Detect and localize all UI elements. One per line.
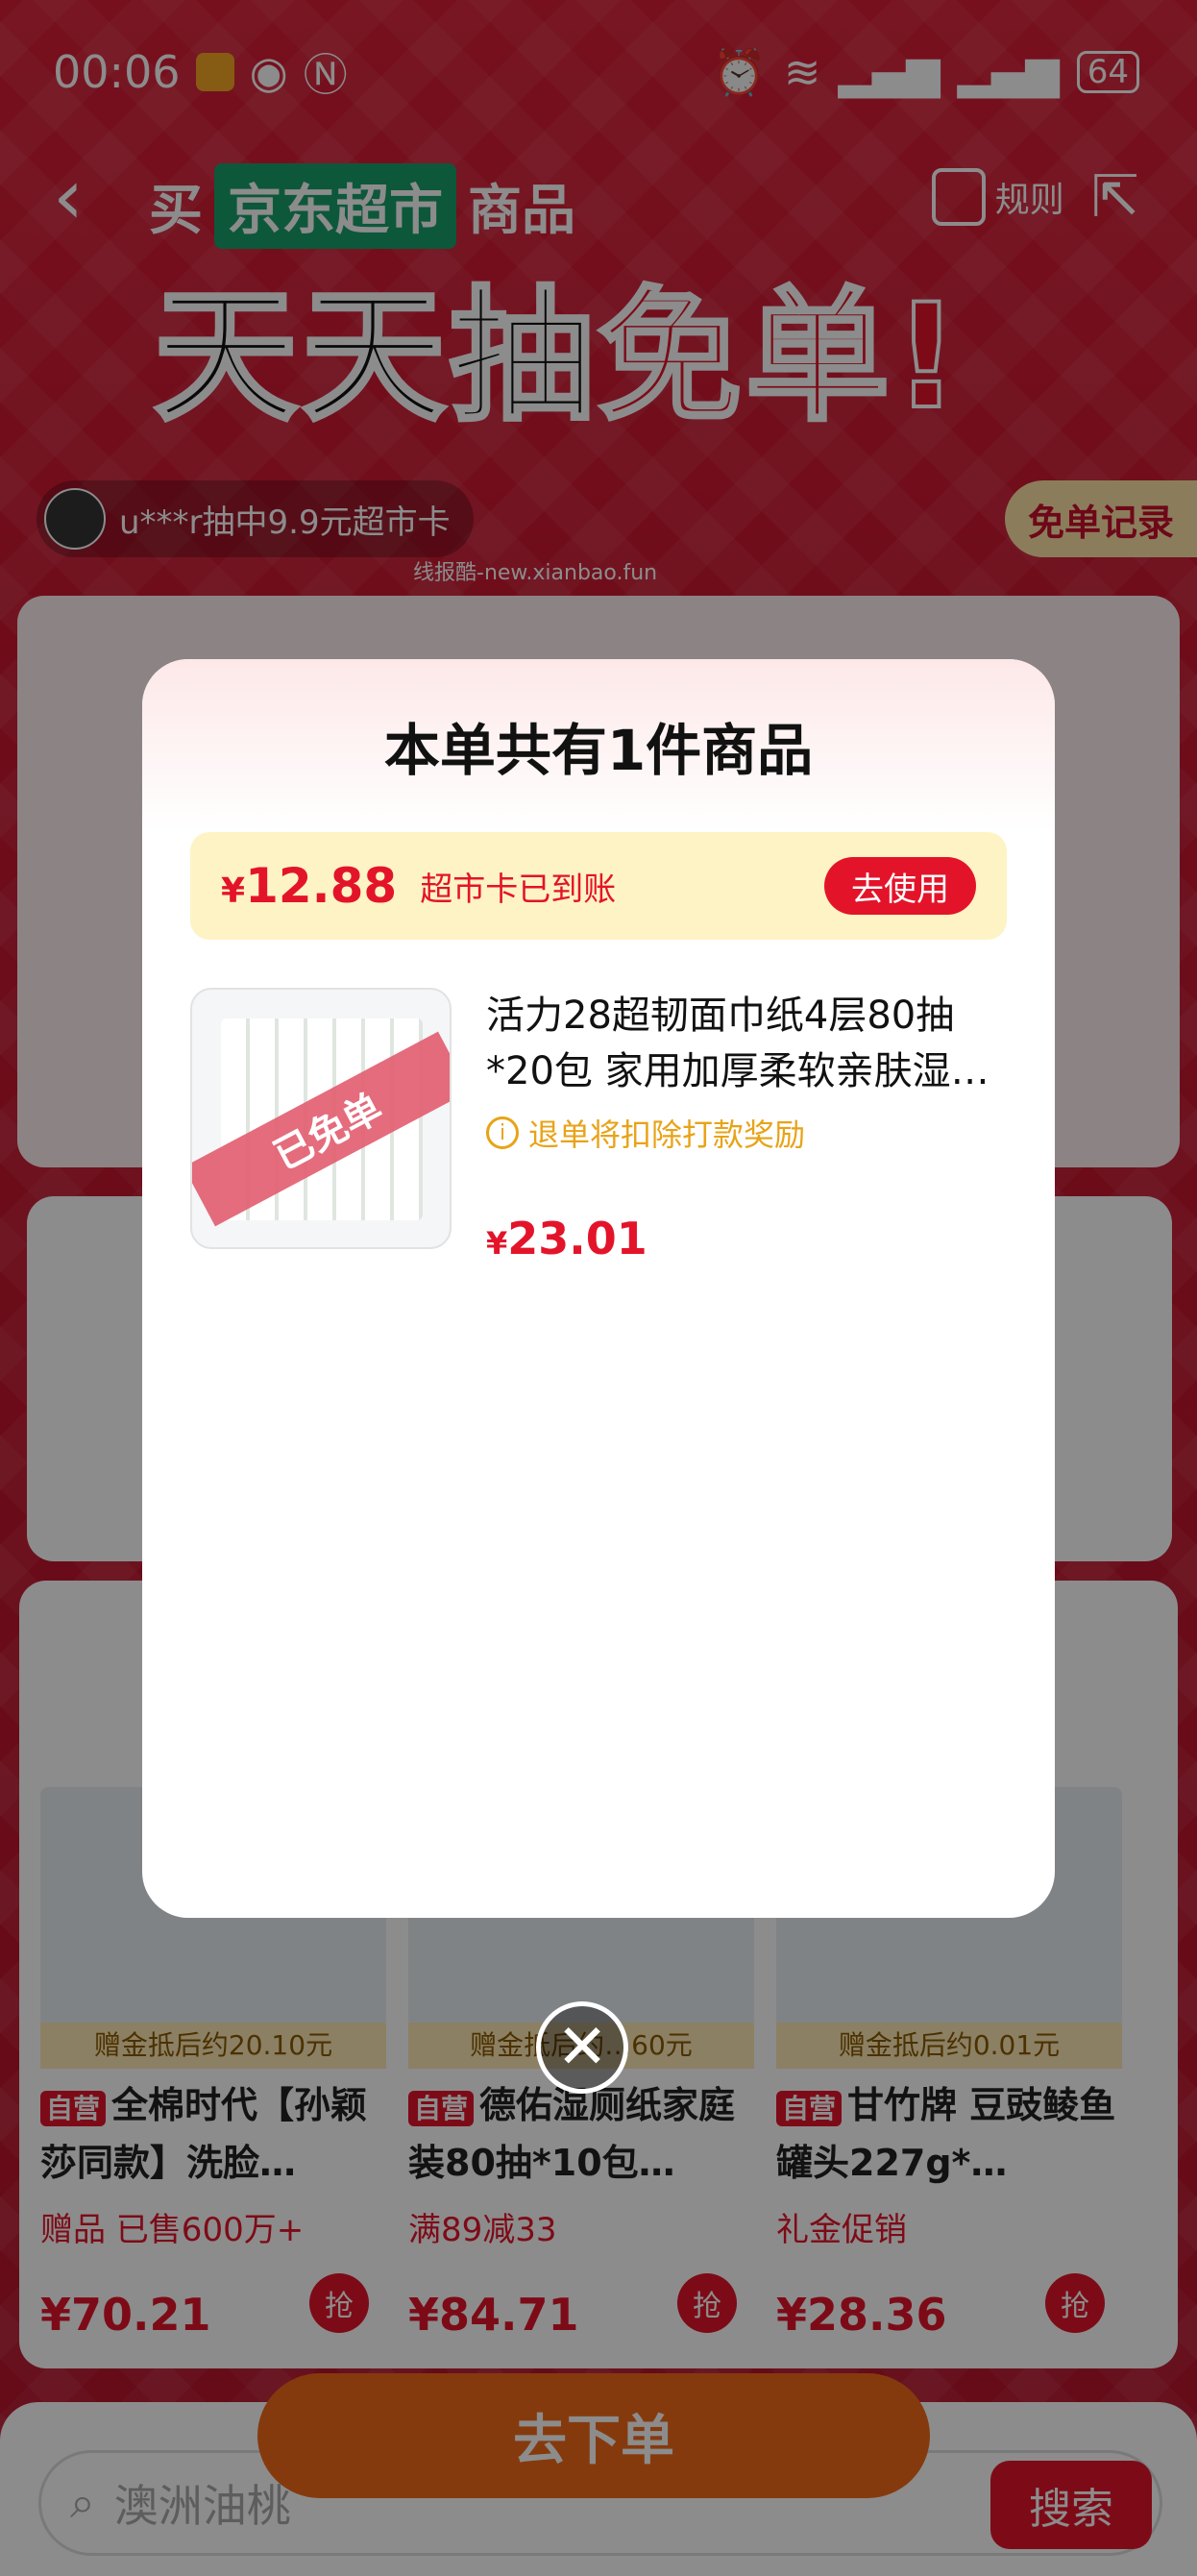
order-item[interactable]: 已免单 活力28超韧面巾纸4层80抽*20包 家用加厚柔软亲肤湿… i 退单将扣… — [190, 988, 1007, 1264]
item-name: 活力28超韧面巾纸4层80抽*20包 家用加厚柔软亲肤湿… — [486, 994, 989, 1093]
currency-symbol: ¥ — [486, 1225, 508, 1262]
card-amount-value: 12.88 — [245, 858, 398, 914]
order-items-modal: 本单共有1件商品 ¥12.88 超市卡已到账 去使用 已免单 活力28超韧面巾纸… — [142, 659, 1055, 1918]
item-price-value: 23.01 — [507, 1213, 647, 1264]
card-amount: ¥12.88 — [221, 858, 397, 914]
item-price: ¥23.01 — [486, 1213, 1007, 1264]
modal-title: 本单共有1件商品 — [142, 659, 1055, 832]
product-thumbnail: 已免单 — [190, 988, 452, 1249]
card-credited-banner: ¥12.88 超市卡已到账 去使用 — [190, 832, 1007, 940]
refund-warning: i 退单将扣除打款奖励 — [486, 1111, 1007, 1155]
refund-warning-text: 退单将扣除打款奖励 — [528, 1116, 806, 1153]
use-button[interactable]: 去使用 — [824, 857, 976, 915]
card-status-text: 超市卡已到账 — [420, 870, 617, 909]
info-icon: i — [486, 1116, 519, 1149]
currency-symbol: ¥ — [221, 871, 246, 911]
close-icon[interactable]: ✕ — [536, 2001, 628, 2094]
